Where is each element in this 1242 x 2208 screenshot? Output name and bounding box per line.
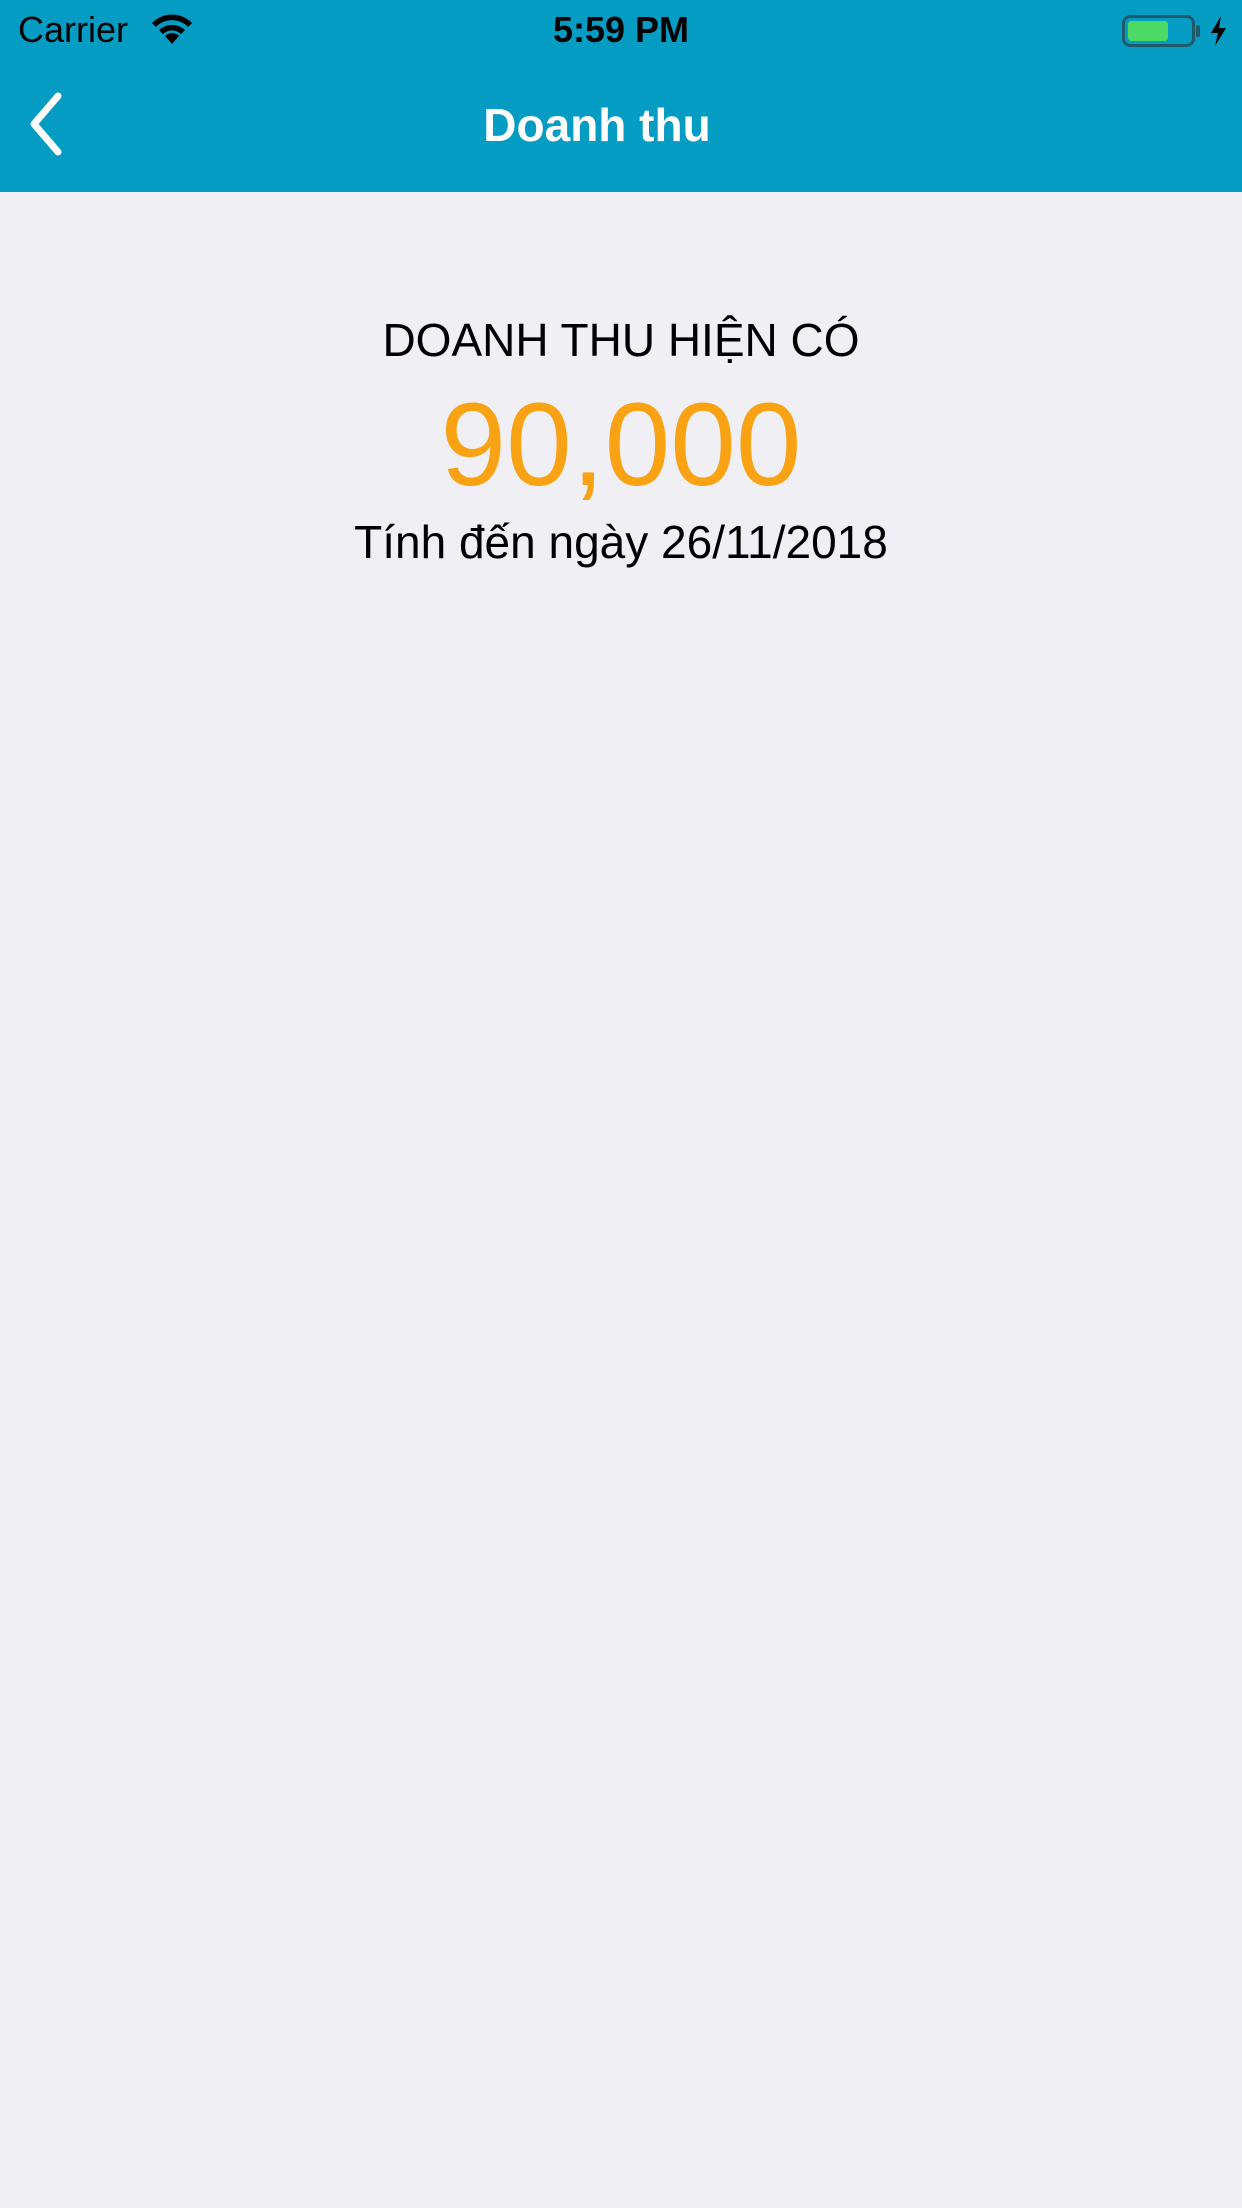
status-bar: Carrier 5:59 PM [0, 0, 1242, 60]
revenue-date: Tính đến ngày 26/11/2018 [354, 516, 888, 568]
navigation-bar: Doanh thu [0, 60, 1242, 192]
page-title: Doanh thu [483, 99, 711, 151]
charging-bolt-icon [1208, 14, 1228, 48]
status-time: 5:59 PM [552, 9, 690, 50]
header: Carrier 5:59 PM Doanh thu [0, 0, 1242, 192]
revenue-label: DOANH THU HIỆN CÓ [382, 314, 860, 366]
revenue-amount: 90,000 [440, 379, 802, 511]
battery-icon [1122, 14, 1204, 48]
